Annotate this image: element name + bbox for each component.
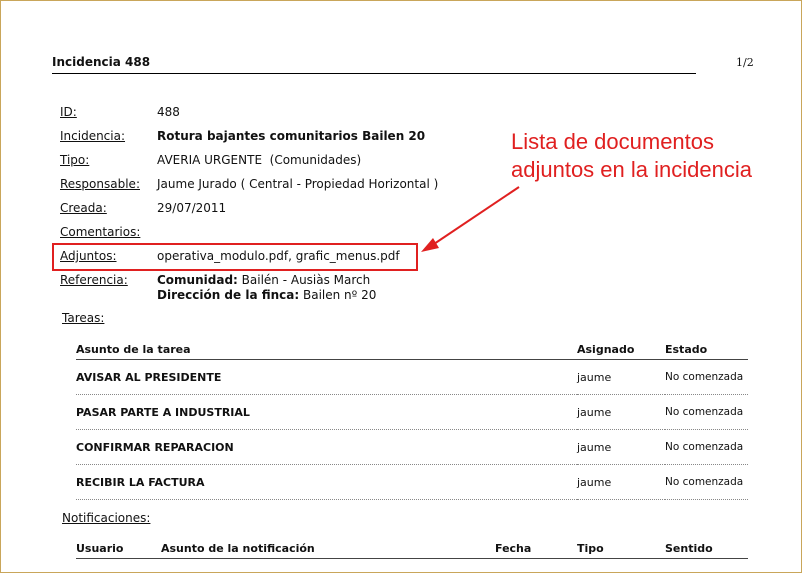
section-title-notificaciones: Notificaciones: (62, 511, 151, 525)
field-value-comunidad: Comunidad: Bailén - Ausiàs March (157, 273, 370, 287)
task-subject: RECIBIR LA FACTURA (76, 464, 577, 500)
annotation-line-2: adjuntos en la incidencia (511, 157, 752, 182)
comunidad-value: Bailén - Ausiàs March (237, 273, 371, 287)
field-value-responsable: Jaume Jurado ( Central - Propiedad Horiz… (157, 177, 439, 191)
task-assignee: jaume (577, 394, 665, 430)
task-assignee: jaume (577, 359, 665, 395)
task-subject: AVISAR AL PRESIDENTE (76, 359, 577, 395)
header-rule (52, 73, 696, 74)
field-value-id: 488 (157, 105, 180, 119)
document-page: Incidencia 488 1/2 ID: 488 Incidencia: R… (0, 0, 802, 573)
notif-col-usuario: Usuario (76, 538, 161, 559)
field-value-creada: 29/07/2011 (157, 201, 227, 215)
section-title-tareas: Tareas: (62, 311, 105, 325)
task-status: No comenzada (665, 464, 748, 500)
notif-col-sentido: Sentido (665, 538, 748, 559)
task-assignee: jaume (577, 464, 665, 500)
task-status: No comenzada (665, 394, 748, 430)
direccion-label: Dirección de la finca: (157, 288, 300, 302)
field-label-id: ID: (60, 105, 77, 119)
notif-col-tipo: Tipo (577, 538, 665, 559)
field-label-referencia: Referencia: (60, 273, 128, 287)
task-assignee: jaume (577, 429, 665, 465)
tasks-col-asignado: Asignado (577, 339, 665, 360)
task-subject: CONFIRMAR REPARACION (76, 429, 577, 465)
field-value-tipo: AVERIA URGENTE (Comunidades) (157, 153, 362, 167)
task-status: No comenzada (665, 429, 748, 465)
notifications-table: Usuario Asunto de la notificación Fecha … (76, 538, 748, 559)
task-status: No comenzada (665, 359, 748, 395)
comunidad-label: Comunidad: (157, 273, 238, 287)
tasks-col-asunto: Asunto de la tarea (76, 339, 577, 360)
tasks-table: Asunto de la tarea Asignado Estado AVISA… (76, 339, 748, 500)
field-label-responsable: Responsable: (60, 177, 140, 191)
field-label-creada: Creada: (60, 201, 107, 215)
field-value-incidencia: Rotura bajantes comunitarios Bailen 20 (157, 129, 426, 143)
field-label-incidencia: Incidencia: (60, 129, 126, 143)
table-row[interactable]: PASAR PARTE A INDUSTRIAL jaume No comenz… (76, 394, 748, 430)
notif-col-fecha: Fecha (495, 538, 577, 559)
task-subject: PASAR PARTE A INDUSTRIAL (76, 394, 577, 430)
direccion-value: Bailen nº 20 (299, 288, 377, 302)
attachments-highlight-box (52, 243, 418, 271)
tasks-col-estado: Estado (665, 339, 748, 360)
table-row[interactable]: AVISAR AL PRESIDENTE jaume No comenzada (76, 359, 748, 395)
table-row[interactable]: CONFIRMAR REPARACION jaume No comenzada (76, 429, 748, 465)
field-value-direccion: Dirección de la finca: Bailen nº 20 (157, 288, 376, 302)
table-row[interactable]: RECIBIR LA FACTURA jaume No comenzada (76, 464, 748, 500)
annotation-line-1: Lista de documentos (511, 129, 715, 154)
field-label-comentarios: Comentarios: (60, 225, 141, 239)
page-number: 1/2 (736, 56, 754, 69)
notif-col-asunto: Asunto de la notificación (161, 538, 495, 559)
annotation-callout: Lista de documentos adjuntos en la incid… (511, 128, 752, 184)
field-label-tipo: Tipo: (60, 153, 90, 167)
document-title: Incidencia 488 (52, 55, 151, 69)
